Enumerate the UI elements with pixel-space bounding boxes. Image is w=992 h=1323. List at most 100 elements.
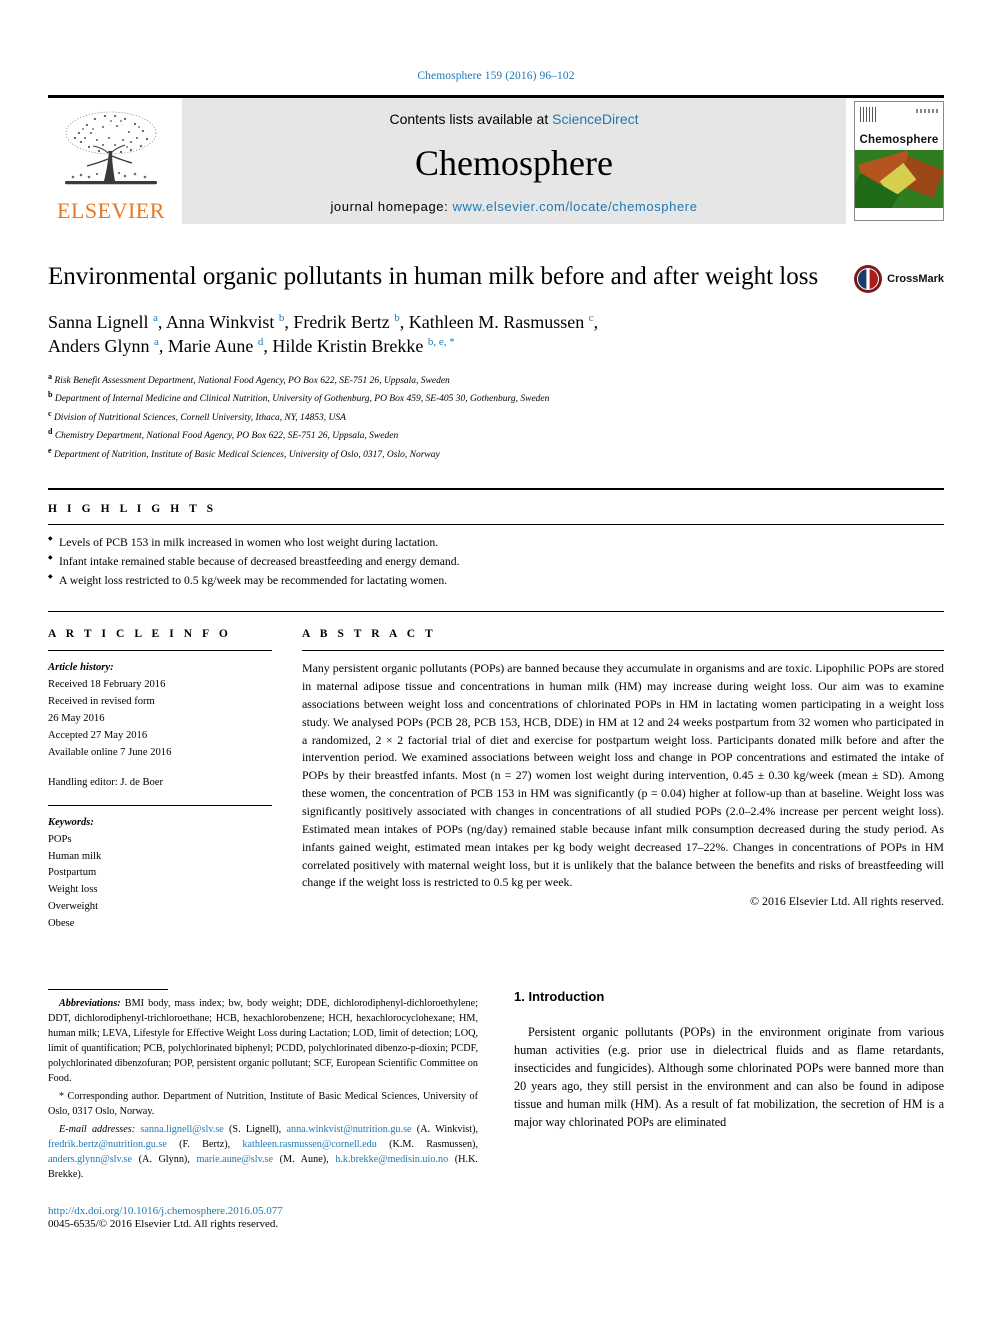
email-link[interactable]: sanna.lignell@slv.se (140, 1124, 223, 1135)
author-affil-mark: a (152, 312, 158, 324)
abstract-text: Many persistent organic pollutants (POPs… (302, 661, 944, 890)
journal-masthead: ELSEVIER Contents lists available at Sci… (48, 95, 944, 224)
abstract-heading: A B S T R A C T (302, 628, 437, 641)
article-history-label: Article history: (48, 662, 114, 674)
affiliation-item: e Department of Nutrition, Institute of … (48, 445, 944, 464)
email-owner: (A. Glynn), (131, 1154, 197, 1166)
elsevier-wordmark: ELSEVIER (57, 198, 165, 223)
affiliation-text: Department of Nutrition, Institute of Ba… (53, 449, 440, 460)
article-history-item: Accepted 27 May 2016 (48, 729, 148, 741)
affiliation-text: Division of Nutritional Sciences, Cornel… (53, 412, 346, 423)
affiliation-text: Chemistry Department, National Food Agen… (54, 431, 399, 442)
doi-link[interactable]: http://dx.doi.org/10.1016/j.chemosphere.… (48, 1205, 478, 1217)
affiliation-list: a Risk Benefit Assessment Department, Na… (48, 371, 944, 464)
issn-copyright-line: 0045-6535/© 2016 Elsevier Ltd. All right… (48, 1218, 279, 1231)
masthead-center-panel: Contents lists available at ScienceDirec… (182, 98, 846, 224)
author-affil-mark: b, e, * (427, 336, 455, 349)
footnote-separator (48, 989, 168, 991)
email-link[interactable]: h.k.brekke@medisin.uio.no (335, 1154, 448, 1165)
article-info-section: A R T I C L E I N F O Article history: R… (48, 628, 272, 933)
article-history-item: 26 May 2016 (48, 712, 105, 724)
abbreviations-note: Abbreviations: BMI body, mass index; bw,… (48, 997, 478, 1087)
author-affil-mark: c (588, 312, 594, 324)
author-affil-mark: d (257, 336, 264, 349)
email-owner: (S. Lignell), (223, 1124, 287, 1136)
keyword-item: Overweight (48, 901, 99, 913)
keyword-item: Obese (48, 918, 75, 930)
keyword-item: Human milk (48, 850, 102, 862)
email-addresses-label: E-mail addresses: (59, 1124, 136, 1136)
affiliation-item: a Risk Benefit Assessment Department, Na… (48, 371, 944, 390)
introduction-column: 1. Introduction Persistent organic pollu… (514, 989, 944, 1230)
author-affil-mark: b (278, 312, 285, 324)
article-history-item: Available online 7 June 2016 (48, 746, 172, 758)
affiliation-item: d Chemistry Department, National Food Ag… (48, 426, 944, 445)
cover-artwork (855, 150, 943, 208)
email-link[interactable]: kathleen.rasmussen@cornell.edu (242, 1139, 376, 1150)
affiliation-mark: d (48, 427, 53, 437)
crossmark-badge[interactable]: CrossMark (853, 264, 944, 294)
affiliation-mark: a (48, 371, 52, 381)
email-owner: (K.M. Rasmussen), (376, 1139, 479, 1151)
contents-prefix: Contents lists available at (389, 111, 553, 127)
crossmark-label: CrossMark (887, 273, 944, 285)
abstract-section: A B S T R A C T Many persistent organic … (302, 628, 944, 933)
affiliation-item: c Division of Nutritional Sciences, Corn… (48, 408, 944, 427)
email-link[interactable]: anna.winkvist@nutrition.gu.se (286, 1124, 411, 1135)
journal-homepage-link[interactable]: www.elsevier.com/locate/chemosphere (453, 199, 698, 214)
affiliation-mark: b (48, 390, 53, 400)
article-content: Environmental organic pollutants in huma… (48, 262, 944, 1230)
author-affil-mark: b (394, 312, 400, 324)
footer-columns: Abbreviations: BMI body, mass index; bw,… (48, 989, 944, 1230)
author-list: Sanna Lignell a, Anna Winkvist b, Fredri… (48, 310, 944, 359)
keywords-block: Keywords: POPs Human milk Postpartum Wei… (48, 806, 272, 934)
highlights-section: H I G H L I G H T S Levels of PCB 153 in… (48, 488, 944, 613)
keywords-label: Keywords: (48, 816, 94, 828)
highlight-item: A weight loss restricted to 0.5 kg/week … (48, 572, 944, 591)
elsevier-tree-icon (65, 111, 157, 185)
journal-cover-thumbnail: Chemosphere (854, 101, 944, 221)
cover-corner-text (916, 109, 938, 113)
author-line-1: Sanna Lignell a, Anna Winkvist b, Fredri… (48, 312, 599, 332)
article-history-block: Article history: Received 18 February 20… (48, 651, 272, 805)
cover-bottom-strip (855, 208, 943, 220)
info-abstract-row: A R T I C L E I N F O Article history: R… (48, 628, 944, 933)
article-first-page: Chemosphere 159 (2016) 96–102 ELSEVIER C… (0, 0, 992, 1323)
footnotes-column: Abbreviations: BMI body, mass index; bw,… (48, 989, 478, 1230)
email-owner: (A. Winkvist), (411, 1124, 479, 1136)
author-line-2: Anders Glynn a, Marie Aune d, Hilde Kris… (48, 336, 455, 357)
handling-editor: Handling editor: J. de Boer (48, 776, 164, 788)
introduction-paragraph: Persistent organic pollutants (POPs) in … (514, 1025, 944, 1129)
email-link[interactable]: marie.aune@slv.se (196, 1154, 273, 1165)
article-history-item: Received 18 February 2016 (48, 679, 166, 691)
page-title: Environmental organic pollutants in huma… (48, 263, 819, 290)
affiliation-item: b Department of Internal Medicine and Cl… (48, 389, 944, 408)
highlights-bottom-rule (48, 611, 944, 613)
keyword-item: Weight loss (48, 884, 98, 896)
affiliation-mark: e (48, 445, 52, 455)
article-info-heading: A R T I C L E I N F O (48, 628, 232, 641)
sciencedirect-link[interactable]: ScienceDirect (552, 111, 638, 127)
affiliation-text: Risk Benefit Assessment Department, Nati… (54, 375, 450, 386)
affiliation-text: Department of Internal Medicine and Clin… (54, 394, 550, 405)
elsevier-logo: ELSEVIER (48, 98, 174, 224)
contents-available-line: Contents lists available at ScienceDirec… (389, 111, 638, 127)
cover-top-strip (855, 102, 943, 132)
homepage-prefix: journal homepage: (330, 199, 453, 214)
email-owner: (M. Aune), (273, 1154, 336, 1166)
email-owner: (F. Bertz), (166, 1139, 243, 1151)
introduction-heading: 1. Introduction (514, 989, 605, 1005)
abbreviations-label: Abbreviations: (59, 998, 121, 1010)
abstract-body-wrap: Many persistent organic pollutants (POPs… (302, 651, 944, 909)
email-link[interactable]: fredrik.bertz@nutrition.gu.se (48, 1139, 167, 1150)
email-link[interactable]: anders.glynn@slv.se (48, 1154, 132, 1165)
keyword-item: POPs (48, 833, 72, 845)
barcode-icon (860, 107, 876, 122)
article-history-item: Received in revised form (48, 695, 155, 707)
corresponding-text: Corresponding author. Department of Nutr… (48, 1091, 478, 1118)
highlight-item: Infant intake remained stable because of… (48, 553, 944, 572)
running-head: Chemosphere 159 (2016) 96–102 (417, 70, 575, 82)
title-row: Environmental organic pollutants in huma… (48, 262, 944, 294)
